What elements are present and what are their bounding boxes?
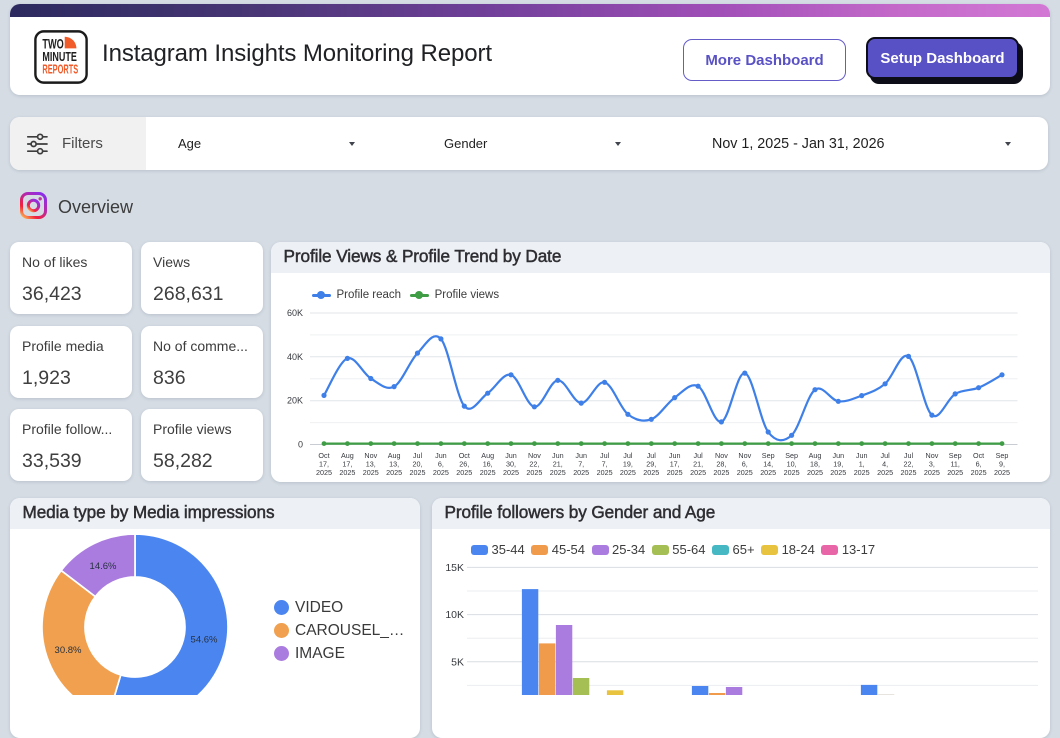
svg-text:10K: 10K bbox=[445, 609, 464, 621]
svg-text:Jul19,2025: Jul19,2025 bbox=[620, 451, 636, 477]
svg-text:0: 0 bbox=[298, 440, 303, 450]
svg-text:Jul20,2025: Jul20,2025 bbox=[410, 451, 426, 477]
svg-text:Jun19,2025: Jun19,2025 bbox=[830, 451, 846, 477]
svg-text:Nov22,2025: Nov22,2025 bbox=[526, 451, 542, 477]
svg-text:Aug18,2025: Aug18,2025 bbox=[807, 451, 823, 477]
svg-text:Aug16,2025: Aug16,2025 bbox=[480, 451, 496, 477]
svg-text:Jul29,2025: Jul29,2025 bbox=[643, 451, 659, 477]
svg-text:5K: 5K bbox=[451, 656, 464, 668]
svg-text:Oct26,2025: Oct26,2025 bbox=[456, 451, 472, 477]
svg-text:Sep14,2025: Sep14,2025 bbox=[760, 451, 776, 477]
svg-text:Jul4,2025: Jul4,2025 bbox=[877, 451, 893, 477]
svg-text:Nov13,2025: Nov13,2025 bbox=[363, 451, 379, 477]
svg-text:Sep10,2025: Sep10,2025 bbox=[784, 451, 800, 477]
svg-text:Jun30,2025: Jun30,2025 bbox=[503, 451, 519, 477]
svg-text:20K: 20K bbox=[287, 396, 303, 406]
svg-text:Aug13,2025: Aug13,2025 bbox=[386, 451, 402, 477]
svg-text:Jul7,2025: Jul7,2025 bbox=[597, 451, 613, 477]
svg-text:Jul21,2025: Jul21,2025 bbox=[690, 451, 706, 477]
svg-text:Jun6,2025: Jun6,2025 bbox=[433, 451, 449, 477]
svg-text:Jun1,2025: Jun1,2025 bbox=[854, 451, 870, 477]
svg-text:Jun21,2025: Jun21,2025 bbox=[550, 451, 566, 477]
svg-text:40K: 40K bbox=[287, 352, 303, 362]
svg-text:Sep9,2025: Sep9,2025 bbox=[994, 451, 1010, 477]
svg-text:Jun17,2025: Jun17,2025 bbox=[667, 451, 683, 477]
svg-text:Oct17,2025: Oct17,2025 bbox=[316, 451, 332, 477]
svg-text:Nov6,2025: Nov6,2025 bbox=[737, 451, 753, 477]
svg-text:Nov28,2025: Nov28,2025 bbox=[713, 451, 729, 477]
svg-text:Nov3,2025: Nov3,2025 bbox=[924, 451, 940, 477]
svg-text:Jun7,2025: Jun7,2025 bbox=[573, 451, 589, 477]
svg-text:Sep11,2025: Sep11,2025 bbox=[947, 451, 963, 477]
svg-text:15K: 15K bbox=[445, 562, 464, 574]
svg-text:Aug17,2025: Aug17,2025 bbox=[339, 451, 355, 477]
svg-text:60K: 60K bbox=[287, 308, 303, 318]
svg-text:Jul22,2025: Jul22,2025 bbox=[901, 451, 917, 477]
svg-text:Oct6,2025: Oct6,2025 bbox=[971, 451, 987, 477]
